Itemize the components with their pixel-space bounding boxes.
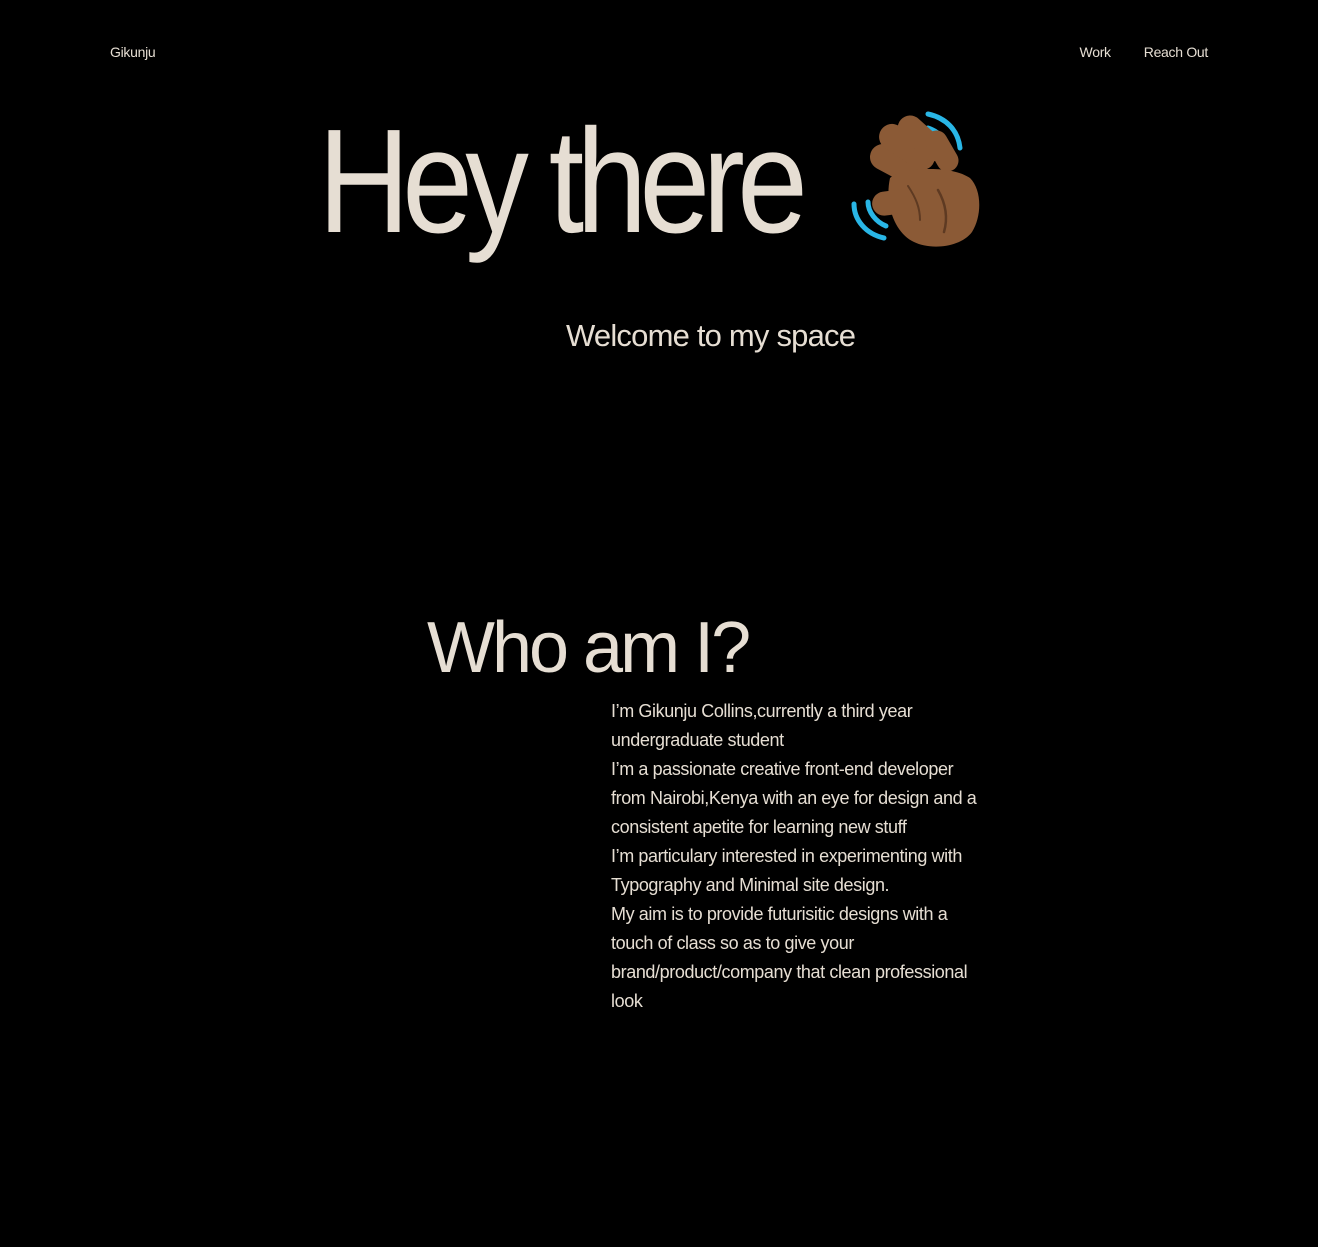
about-body: I’m Gikunju Collins,currently a third ye… <box>611 697 981 1016</box>
nav-link-work[interactable]: Work <box>1080 44 1112 60</box>
about-paragraph: I’m Gikunju Collins,currently a third ye… <box>611 701 913 750</box>
nav-link-reach-out[interactable]: Reach Out <box>1144 44 1209 60</box>
hero-subtitle: Welcome to my space <box>566 318 856 353</box>
hero-title-text: Hey there <box>318 99 808 264</box>
brand-logo-link[interactable]: Gikunju <box>110 44 156 60</box>
top-navigation: Gikunju Work Reach Out <box>0 0 1318 100</box>
hero-title: Hey there <box>318 102 879 262</box>
about-paragraph: My aim is to provide futurisitic designs… <box>611 904 968 1011</box>
about-paragraph: I’m particulary interested in experiment… <box>611 846 962 895</box>
about-title: Who am I? <box>427 608 751 688</box>
waving-hand-icon <box>851 111 980 247</box>
nav-links: Work Reach Out <box>1080 44 1209 60</box>
about-paragraph: I’m a passionate creative front-end deve… <box>611 759 977 837</box>
